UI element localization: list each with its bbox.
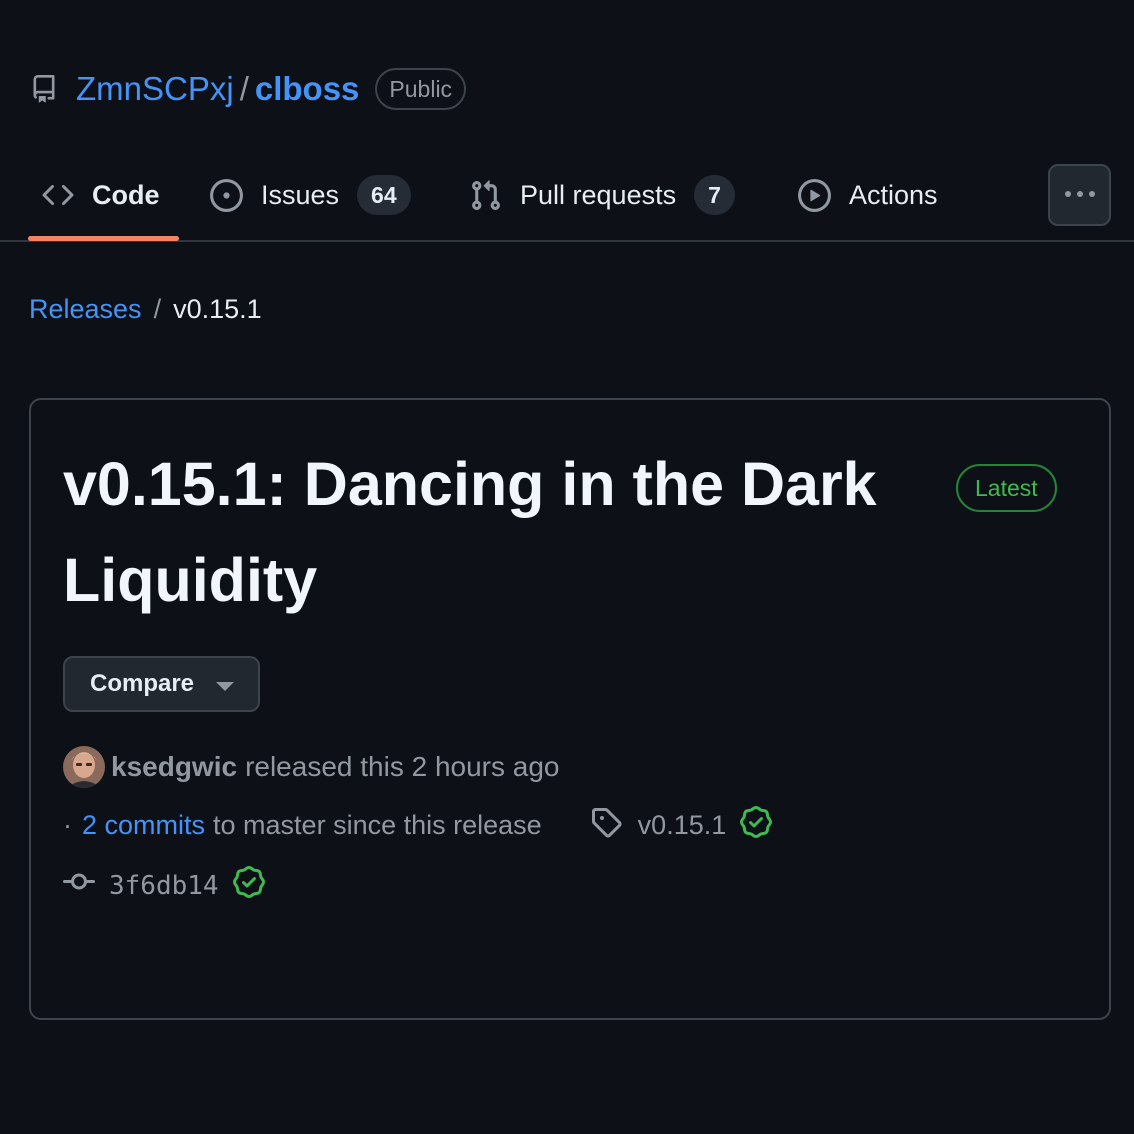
commits-line: · 2 commits to master since this release… <box>63 806 773 845</box>
tab-issues[interactable]: Issues 64 <box>210 166 411 224</box>
issues-counter: 64 <box>357 175 411 215</box>
tag-name: v0.15.1 <box>637 810 727 840</box>
tab-pull-requests[interactable]: Pull requests 7 <box>469 166 735 224</box>
visibility-badge: Public <box>375 68 467 110</box>
repo-name-link[interactable]: clboss <box>255 70 360 108</box>
tab-pull-requests-label: Pull requests <box>520 179 677 210</box>
verified-icon <box>740 806 773 845</box>
release-card: v0.15.1: Dancing in the Dark Liquidity L… <box>29 398 1111 1020</box>
more-tabs-button[interactable] <box>1048 164 1111 226</box>
git-commit-icon <box>63 866 95 905</box>
compare-button-label: Compare <box>90 670 195 697</box>
bullet-dot: · <box>63 810 72 840</box>
release-author-link[interactable]: ksedgwic <box>111 751 237 783</box>
triangle-down-icon <box>216 682 234 691</box>
repo-tab-nav: Code Issues 64 Pull requests 7 Actions <box>0 150 1134 242</box>
released-time-text: released this 2 hours ago <box>245 751 560 782</box>
code-icon <box>42 179 74 211</box>
commit-sha: 3f6db14 <box>109 870 219 901</box>
tab-code-label: Code <box>92 179 160 210</box>
repo-path-separator: / <box>239 70 249 107</box>
commits-since-link[interactable]: 2 commits <box>82 810 205 841</box>
avatar[interactable] <box>63 746 105 788</box>
release-tag[interactable]: v0.15.1 <box>590 806 773 845</box>
tag-icon <box>590 806 622 845</box>
breadcrumb-releases-link[interactable]: Releases <box>29 294 142 325</box>
repo-header: ZmnSCPxj / clboss Public <box>30 66 467 112</box>
tab-actions[interactable]: Actions <box>798 166 938 224</box>
tab-actions-label: Actions <box>849 179 938 210</box>
repo-owner-link[interactable]: ZmnSCPxj <box>76 70 234 108</box>
release-title[interactable]: v0.15.1: Dancing in the Dark Liquidity <box>63 436 913 628</box>
repo-icon <box>30 73 58 105</box>
breadcrumb-separator: / <box>153 294 162 324</box>
latest-badge: Latest <box>956 464 1057 512</box>
tab-issues-label: Issues <box>261 179 340 210</box>
play-icon <box>798 178 831 212</box>
breadcrumb-current: v0.15.1 <box>173 294 262 324</box>
verified-icon <box>232 866 265 905</box>
selected-tab-underline <box>28 236 179 241</box>
release-author-line: ksedgwic released this 2 hours ago <box>63 746 560 788</box>
issue-opened-icon <box>210 178 243 212</box>
compare-button[interactable]: Compare <box>63 656 260 712</box>
release-commit[interactable]: 3f6db14 <box>63 866 265 905</box>
breadcrumb: Releases / v0.15.1 <box>29 294 262 325</box>
pull-requests-counter: 7 <box>694 175 735 215</box>
commits-since-text: to master since this release <box>213 810 542 840</box>
tab-code[interactable]: Code <box>42 166 160 224</box>
git-pull-request-icon <box>469 179 502 212</box>
kebab-horizontal-icon <box>1063 186 1097 204</box>
